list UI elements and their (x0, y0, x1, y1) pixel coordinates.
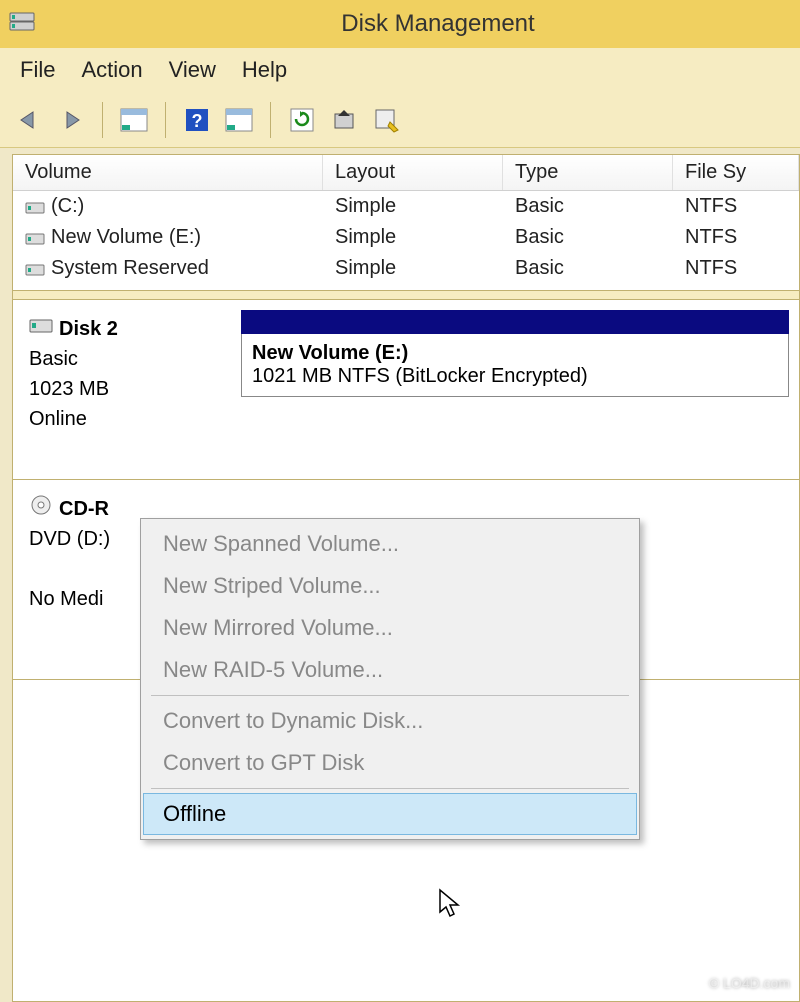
forward-button[interactable] (52, 101, 90, 139)
menu-view[interactable]: View (169, 57, 216, 83)
column-filesystem[interactable]: File Sy (673, 155, 799, 190)
menu-help[interactable]: Help (242, 57, 287, 83)
menu-item-new-striped: New Striped Volume... (143, 565, 637, 607)
titlebar: Disk Management (0, 0, 800, 48)
menu-separator (151, 788, 629, 789)
volume-detail: 1021 MB NTFS (BitLocker Encrypted) (252, 365, 778, 388)
show-pane-button[interactable] (115, 101, 153, 139)
toolbar-separator (270, 102, 271, 138)
drive-icon (25, 261, 45, 277)
drive-icon (25, 199, 45, 215)
properties-button[interactable] (367, 101, 405, 139)
toolbar-separator (165, 102, 166, 138)
column-volume[interactable]: Volume (13, 155, 323, 190)
menu-item-new-spanned: New Spanned Volume... (143, 523, 637, 565)
toolbar-separator (102, 102, 103, 138)
toolbar: ? (0, 92, 800, 148)
rescan-button[interactable] (325, 101, 363, 139)
menu-item-convert-dynamic: Convert to Dynamic Disk... (143, 700, 637, 742)
menu-action[interactable]: Action (81, 57, 142, 83)
cdrom-icon (29, 494, 53, 524)
drive-icon (25, 230, 45, 246)
menu-item-convert-gpt: Convert to GPT Disk (143, 742, 637, 784)
pane-divider[interactable] (13, 290, 799, 300)
volume-table-body: (C:) Simple Basic NTFS New Volume (E:) S… (13, 191, 799, 284)
menu-item-offline[interactable]: Offline (143, 793, 637, 835)
menu-separator (151, 695, 629, 696)
help-button[interactable]: ? (178, 101, 216, 139)
refresh-button[interactable] (283, 101, 321, 139)
menu-item-new-mirrored: New Mirrored Volume... (143, 607, 637, 649)
disk-label: Disk 2 Basic 1023 MB Online (23, 310, 233, 469)
menu-item-new-raid5: New RAID-5 Volume... (143, 649, 637, 691)
menubar: File Action View Help (0, 48, 800, 92)
disk-row[interactable]: Disk 2 Basic 1023 MB Online New Volume (… (13, 300, 799, 480)
volume-name: New Volume (E:) (252, 342, 778, 365)
column-layout[interactable]: Layout (323, 155, 503, 190)
volume-block[interactable]: New Volume (E:) 1021 MB NTFS (BitLocker … (241, 310, 789, 469)
back-button[interactable] (10, 101, 48, 139)
watermark: © LO4D.com (709, 975, 790, 991)
svg-text:?: ? (192, 111, 203, 131)
column-type[interactable]: Type (503, 155, 673, 190)
table-row[interactable]: (C:) Simple Basic NTFS (13, 191, 799, 222)
context-menu: New Spanned Volume... New Striped Volume… (140, 518, 640, 840)
view-pane-button[interactable] (220, 101, 258, 139)
menu-file[interactable]: File (20, 57, 55, 83)
table-row[interactable]: New Volume (E:) Simple Basic NTFS (13, 222, 799, 253)
disk-icon (29, 314, 53, 344)
window-title: Disk Management (44, 10, 792, 38)
volume-header-bar (241, 310, 789, 334)
app-icon (8, 9, 36, 39)
volume-table-header: Volume Layout Type File Sy (13, 155, 799, 191)
table-row[interactable]: System Reserved Simple Basic NTFS (13, 253, 799, 284)
